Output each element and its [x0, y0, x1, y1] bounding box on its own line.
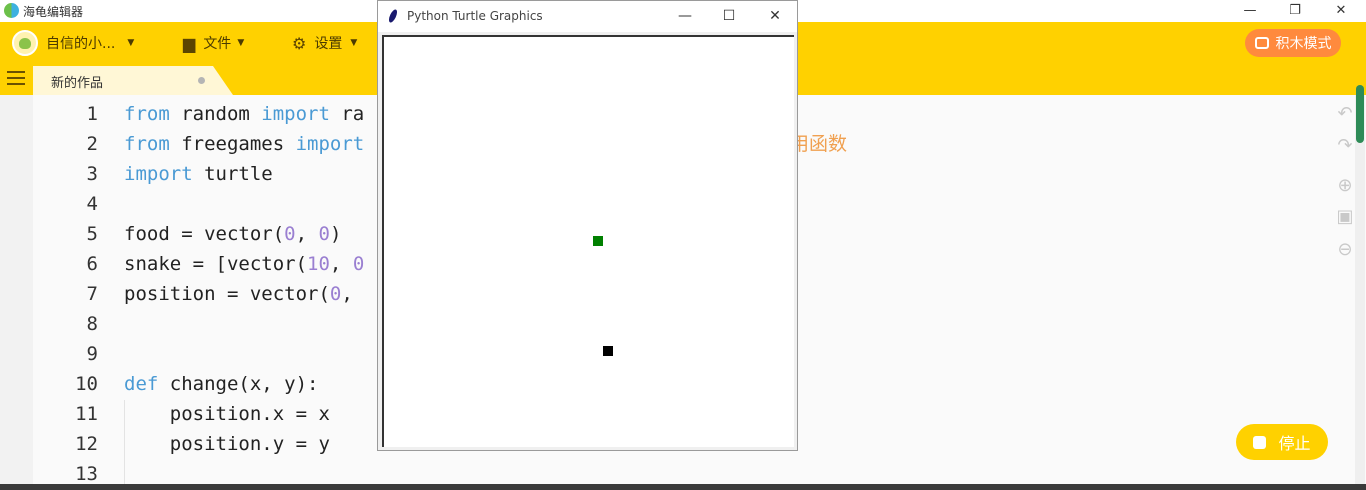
restore-button[interactable]: ❐: [1272, 0, 1318, 22]
app-logo-icon: [4, 3, 19, 18]
turtle-close-button[interactable]: ✕: [760, 5, 790, 27]
file-menu[interactable]: ▆ 文件 ▼: [183, 32, 244, 54]
app-title: 海龟编辑器: [23, 5, 84, 19]
chevron-down-icon: ▼: [237, 38, 245, 48]
line-number: 12: [75, 433, 98, 455]
tab-label: 新的作品: [51, 76, 104, 91]
turtle-maximize-button[interactable]: ☐: [714, 5, 744, 27]
line-number: 8: [86, 313, 98, 335]
scrollbar-thumb[interactable]: [1356, 85, 1364, 143]
user-name: 自信的小...: [46, 36, 116, 52]
code-line: import turtle: [124, 163, 273, 185]
settings-menu-label: 设置: [314, 36, 343, 52]
turtle-canvas[interactable]: [382, 35, 794, 447]
tab-new-work[interactable]: 新的作品: [33, 66, 233, 95]
scrollbar-track: [1355, 95, 1365, 485]
turtle-window-title-bar[interactable]: Python Turtle Graphics — ☐ ✕: [378, 1, 797, 32]
undo-icon[interactable]: ↶: [1335, 104, 1355, 124]
line-number: 7: [86, 283, 98, 305]
feather-icon: [387, 8, 399, 24]
blocks-mode-label: 积木模式: [1275, 36, 1332, 52]
code-line: snake = [vector(10, 0: [124, 253, 365, 275]
food-square: [593, 236, 603, 246]
turtle-minimize-button[interactable]: —: [670, 5, 700, 27]
line-number: 6: [86, 253, 98, 275]
code-line: position.x = x: [124, 403, 330, 425]
stop-label: 停止: [1278, 434, 1311, 453]
turtle-graphics-window: Python Turtle Graphics — ☐ ✕: [377, 0, 798, 451]
zoom-in-icon[interactable]: ⊕: [1335, 176, 1355, 196]
user-menu[interactable]: 自信的小... ▼: [12, 30, 134, 56]
redo-icon[interactable]: ↷: [1335, 136, 1355, 156]
minimize-button[interactable]: —: [1227, 0, 1273, 22]
code-comment: 用函数: [790, 133, 848, 155]
code-line: def change(x, y):: [124, 373, 319, 395]
line-number: 3: [86, 163, 98, 185]
stop-icon: [1253, 435, 1267, 449]
code-line: food = vector(0, 0): [124, 223, 342, 245]
turtle-window-title: Python Turtle Graphics: [407, 9, 543, 23]
line-number: 9: [86, 343, 98, 365]
line-number: 11: [75, 403, 98, 425]
folder-icon: ▆: [183, 33, 196, 53]
close-button[interactable]: ✕: [1318, 0, 1364, 22]
avatar: [12, 30, 38, 56]
sidebar-toggle-icon[interactable]: [7, 71, 25, 87]
code-line: from freegames import: [124, 133, 365, 155]
line-number: 1: [86, 103, 98, 125]
code-line: position = vector(0,: [124, 283, 353, 305]
stop-button[interactable]: 停止: [1236, 424, 1328, 460]
bottom-bar: [0, 484, 1366, 490]
code-line: position.y = y: [124, 433, 330, 455]
code-line: from random import ra: [124, 103, 365, 125]
line-number: 2: [86, 133, 98, 155]
indent-guide: [124, 400, 125, 485]
snake-segment: [603, 346, 613, 356]
chevron-down-icon: ▼: [350, 38, 358, 48]
line-number: 4: [86, 193, 98, 215]
line-number: 5: [86, 223, 98, 245]
unsaved-dot-icon: [198, 77, 205, 84]
zoom-out-icon[interactable]: ⊖: [1335, 240, 1355, 260]
settings-menu[interactable]: ⚙ 设置 ▼: [292, 32, 357, 54]
gear-icon: ⚙: [292, 33, 307, 53]
reset-zoom-icon[interactable]: ▣: [1335, 207, 1355, 227]
file-menu-label: 文件: [203, 36, 232, 52]
chevron-down-icon: ▼: [127, 38, 135, 48]
blocks-mode-button[interactable]: 积木模式: [1245, 29, 1341, 57]
editor-gutter-strip: [0, 95, 33, 485]
line-number: 10: [75, 373, 98, 395]
blocks-icon: [1254, 37, 1269, 49]
